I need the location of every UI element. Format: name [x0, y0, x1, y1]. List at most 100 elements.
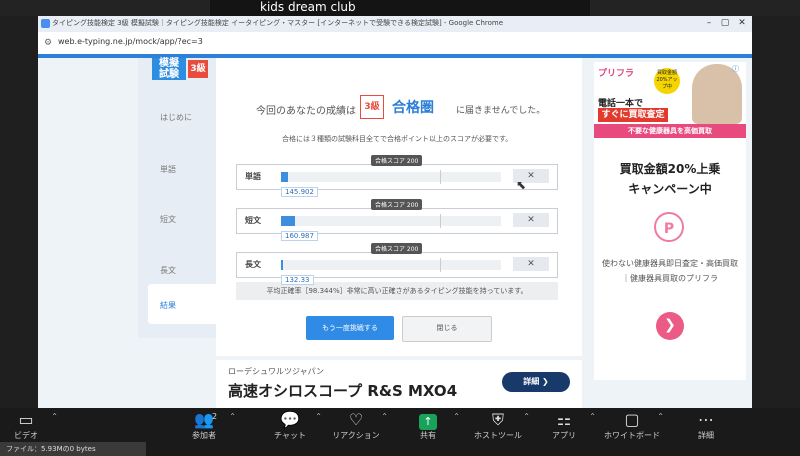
ad-body-text: 使わない健康器具即日査定・高価買取｜健康器具買取のプリフラ	[602, 259, 738, 283]
toolbar-share-button[interactable]: ↑ ⌃ 共有	[398, 410, 460, 441]
sidebar-item-result-label: 結果	[160, 301, 176, 310]
toolbar-label: 参加者	[192, 431, 216, 440]
ad-banner-top[interactable]: プリフラ 買取金額20%アップ中 電話一本で すぐに買取査定 ⓘ 不要な健康器具…	[594, 62, 746, 138]
whiteboard-icon: ▢	[624, 410, 640, 429]
pass-score-tag: 合格スコア 200	[371, 243, 423, 254]
pass-score-tag: 合格スコア 200	[371, 199, 423, 210]
file-status: ファイル：5.93Mの0 bytes	[0, 442, 146, 456]
title-bar: タイピング技能検定 3級 模擬試験｜タイピング技能検定 イータイピング・マスター…	[38, 16, 752, 32]
score-value: 132.33	[281, 275, 314, 285]
fail-mark-icon: ✕	[513, 257, 549, 271]
caret-up-icon[interactable]: ⌃	[51, 412, 58, 421]
toolbar-label: ビデオ	[14, 431, 38, 440]
score-bar	[281, 172, 288, 182]
ad-headline-1: 買取金額20%上乗	[619, 162, 721, 176]
grade-badge: 3級	[188, 60, 208, 78]
toolbar-label: ホワイトボード	[604, 431, 660, 440]
toolbar-label: チャット	[274, 431, 306, 440]
row-label: 単語	[245, 172, 261, 181]
chat-icon: 💬	[280, 410, 300, 429]
score-row: 合格スコア 200 短文 160.987 ✕	[236, 199, 558, 241]
ad-arrow-button[interactable]: ❯	[656, 312, 684, 340]
caret-up-icon[interactable]: ⌃	[381, 412, 388, 421]
score-row: 合格スコア 200 単語 145.902 ✕	[236, 155, 558, 197]
shield-icon: ⛨	[491, 410, 504, 429]
toolbar-label: 共有	[420, 431, 436, 440]
sidebar-item-result[interactable]: 結果	[148, 284, 216, 324]
apps-icon: ⚏	[556, 410, 572, 429]
ad-banner-strip: 不要な健康器具を高価買取	[594, 124, 746, 138]
ad-product[interactable]: 高速オシロスコープ R&S MXO4	[228, 380, 457, 401]
ad-detail-button[interactable]: 詳細 ❯	[502, 372, 570, 392]
score-row: 合格スコア 200 長文 132.33 ✕	[236, 243, 558, 285]
toolbar-video-button[interactable]: ▭ ⌃ ビデオ	[0, 410, 58, 441]
row-label: 短文	[245, 216, 261, 225]
heart-icon: ♡	[348, 410, 364, 429]
toolbar-label: 詳細	[698, 431, 714, 440]
score-bar	[281, 216, 295, 226]
participant-count: 2	[212, 412, 218, 421]
caret-up-icon[interactable]: ⌃	[229, 412, 236, 421]
toolbar-label: ホストツール	[474, 431, 522, 440]
sidebar-item-short[interactable]: 短文	[160, 214, 176, 225]
maximize-icon[interactable]: ▢	[718, 18, 732, 28]
retry-button[interactable]: もう一度挑戦する	[306, 316, 394, 340]
caret-up-icon[interactable]: ⌃	[589, 412, 596, 421]
mock-exam-badge: 模擬 試験	[152, 58, 186, 80]
score-value: 145.902	[281, 187, 318, 197]
ad-choices-icon[interactable]: ⓘ	[732, 64, 739, 74]
result-prefix: 今回のあなたの成績は	[256, 106, 356, 117]
minimize-icon[interactable]: –	[702, 18, 716, 28]
ad-headline-2: キャンペーン中	[628, 182, 712, 196]
page-content: はじめに 単語 短文 長文 結果 模擬 試験 3級 今回のあなたの成績は 3級 …	[38, 58, 752, 408]
ad-brand-logo-icon: P	[654, 212, 684, 242]
score-bar	[281, 260, 283, 270]
sidebar-item-long[interactable]: 長文	[160, 265, 176, 276]
result-panel: 今回のあなたの成績は 3級 合格圏 に届きませんでした。 合格には３種類の試験科…	[216, 58, 582, 356]
score-track	[281, 170, 501, 184]
toolbar-label: アプリ	[552, 431, 576, 440]
pass-score-tag: 合格スコア 200	[371, 155, 423, 166]
pass-line	[440, 170, 441, 184]
toolbar-apps-button[interactable]: ⚏ ⌃ アプリ	[534, 410, 596, 441]
window-title: タイピング技能検定 3級 模擬試験｜タイピング技能検定 イータイピング・マスター…	[52, 19, 504, 27]
site-info-icon[interactable]: ⚙	[44, 38, 52, 48]
ad-sugu-label: すぐに買取査定	[598, 108, 668, 122]
caret-up-icon[interactable]: ⌃	[315, 412, 322, 421]
pass-line	[440, 258, 441, 272]
pass-requirement-note: 合格には３種類の試験科目全てで合格ポイント以上のスコアが必要です。	[282, 135, 513, 143]
mouse-cursor-icon: ⬉	[516, 178, 527, 192]
mock-exam-badge-text: 模擬 試験	[159, 58, 179, 80]
url-text[interactable]: web.e-typing.ne.jp/mock/app/?ec=3	[58, 37, 203, 46]
sidebar-item-words[interactable]: 単語	[160, 164, 176, 175]
video-camera-icon: ▭	[18, 410, 34, 429]
bottom-ad[interactable]: ⓘ ローデシュワルツジャパン 高速オシロスコープ R&S MXO4 詳細 ❯	[216, 360, 582, 408]
participant-name: kids dream club	[260, 0, 356, 14]
caret-up-icon[interactable]: ⌃	[523, 412, 530, 421]
toolbar-reactions-button[interactable]: ♡ ⌃ リアクション	[326, 410, 388, 441]
more-icon: ⋯	[698, 410, 714, 429]
close-button[interactable]: 閉じる	[402, 316, 492, 342]
pass-line	[440, 214, 441, 228]
toolbar-participants-button[interactable]: 👥 2 ⌃ 参加者	[174, 410, 236, 441]
toolbar-whiteboard-button[interactable]: ▢ ⌃ ホワイトボード	[602, 410, 664, 441]
browser-window: タイピング技能検定 3級 模擬試験｜タイピング技能検定 イータイピング・マスター…	[38, 16, 752, 408]
row-label: 長文	[245, 260, 261, 269]
toolbar-host-tools-button[interactable]: ⛨ ⌃ ホストツール	[468, 410, 530, 441]
address-bar[interactable]: ⚙ web.e-typing.ne.jp/mock/app/?ec=3	[38, 32, 752, 55]
toolbar-details-button[interactable]: ⋯ 詳細	[676, 410, 736, 441]
sidebar-item-intro[interactable]: はじめに	[160, 112, 192, 123]
toolbar-chat-button[interactable]: 💬 ⌃ チャット	[260, 410, 322, 441]
side-ad[interactable]: プリフラ 買取金額20%アップ中 電話一本で すぐに買取査定 ⓘ 不要な健康器具…	[594, 62, 746, 380]
fail-mark-icon: ✕	[513, 213, 549, 227]
chrome-app-icon	[41, 19, 50, 28]
close-window-icon[interactable]: ✕	[735, 18, 749, 28]
caret-up-icon[interactable]: ⌃	[657, 412, 664, 421]
caret-up-icon[interactable]: ⌃	[453, 412, 460, 421]
ad-company: ローデシュワルツジャパン	[228, 367, 324, 376]
score-track	[281, 214, 501, 228]
ad-logo-text: プリフラ	[598, 69, 635, 79]
score-track	[281, 258, 501, 272]
share-screen-icon: ↑	[419, 414, 437, 430]
score-value: 160.987	[281, 231, 318, 241]
